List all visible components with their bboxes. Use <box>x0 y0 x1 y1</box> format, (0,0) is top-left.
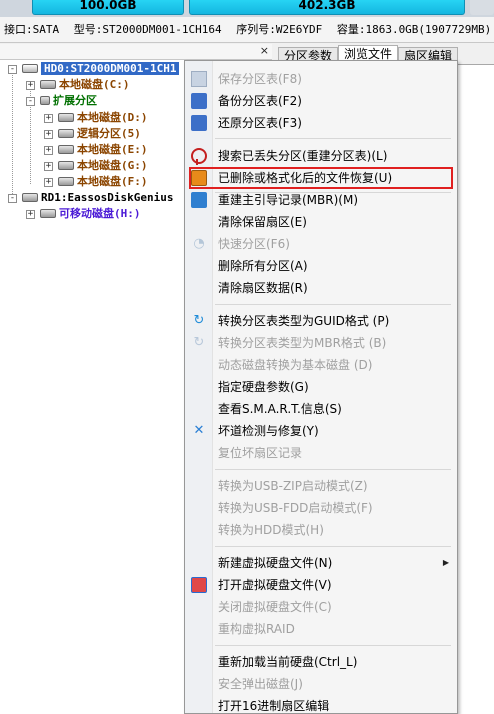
partition-icon <box>58 128 74 138</box>
tree-item-logical5[interactable]: 逻辑分区(5) <box>58 126 141 142</box>
menu-item-rebuild-raid[interactable]: 重构虚拟RAID <box>187 618 455 640</box>
menu-item-hex-sector-editor[interactable]: 打开16进制扇区编辑 <box>187 695 455 713</box>
menu-separator <box>215 546 451 547</box>
menu-item-view-smart[interactable]: 查看S.M.A.R.T.信息(S) <box>187 398 455 420</box>
expand-icon[interactable]: + <box>44 146 53 155</box>
tree-item-local-c[interactable]: 本地磁盘(C:) <box>40 77 130 93</box>
menu-item-set-disk-params[interactable]: 指定硬盘参数(G) <box>187 376 455 398</box>
menu-item-usb-fdd[interactable]: 转换为USB-FDD启动模式(F) <box>187 497 455 519</box>
expand-icon[interactable]: + <box>44 178 53 187</box>
partition-bar: 100.0GB 402.3GB <box>0 0 494 17</box>
expand-icon[interactable]: + <box>44 130 53 139</box>
menu-item-clear-sector-data[interactable]: 清除扇区数据(R) <box>187 277 455 299</box>
highlight-box <box>189 167 453 189</box>
partition-icon <box>58 112 74 122</box>
convert-disabled-icon: ↻ <box>193 335 205 350</box>
partition-icon <box>40 79 56 89</box>
tools-icon: ✕ <box>193 423 205 438</box>
menu-item-open-vdisk[interactable]: 打开虚拟硬盘文件(V) <box>187 574 455 596</box>
tree-item-local-g[interactable]: 本地磁盘(G:) <box>58 158 148 174</box>
hard-disk-icon <box>22 63 38 73</box>
open-vdisk-icon <box>191 577 207 593</box>
menu-item-convert-to-guid[interactable]: ↻ 转换分区表类型为GUID格式 (P) <box>187 310 455 332</box>
tree-header: × <box>0 44 272 60</box>
menu-item-restore-partition-table[interactable]: 还原分区表(F3) <box>187 112 455 134</box>
disk-model: 型号:ST2000DM001-1CH164 <box>73 23 222 36</box>
extended-partition-icon <box>40 95 50 105</box>
disk-interface: 接口:SATA <box>4 23 60 36</box>
disk-serial: 序列号:W2E6YDF <box>236 23 323 36</box>
menu-item-reset-bad-sector-log[interactable]: 复位坏扇区记录 <box>187 442 455 464</box>
collapse-icon[interactable]: - <box>8 65 17 74</box>
tree-item-rd1[interactable]: RD1:EassosDiskGenius <box>22 190 173 206</box>
backup-icon <box>191 93 207 109</box>
tree-item-local-d[interactable]: 本地磁盘(D:) <box>58 110 148 126</box>
partition-segment-1[interactable]: 100.0GB <box>32 0 184 15</box>
menu-item-dynamic-to-basic[interactable]: 动态磁盘转换为基本磁盘 (D) <box>187 354 455 376</box>
tree-item-extended[interactable]: 扩展分区 <box>40 93 97 109</box>
expand-icon[interactable]: + <box>44 114 53 123</box>
menu-item-convert-to-mbr[interactable]: ↻ 转换分区表类型为MBR格式 (B) <box>187 332 455 354</box>
disk-capacity: 容量:1863.0GB(1907729MB) <box>336 23 492 36</box>
partition-segment-3[interactable] <box>470 0 494 15</box>
menu-item-clear-reserved-sectors[interactable]: 清除保留扇区(E) <box>187 211 455 233</box>
menu-item-search-lost-partitions[interactable]: 搜索已丢失分区(重建分区表)(L) <box>187 145 455 167</box>
removable-disk-icon <box>40 208 56 218</box>
partition-icon <box>58 176 74 186</box>
menu-item-quick-partition[interactable]: ◔ 快速分区(F6) <box>187 233 455 255</box>
menu-separator <box>215 304 451 305</box>
quick-partition-icon: ◔ <box>193 236 205 251</box>
context-menu: 保存分区表(F8) 备份分区表(F2) 还原分区表(F3) 搜索已丢失分区(重建… <box>184 60 458 714</box>
edit-icon <box>191 192 207 208</box>
disk-info-bar: 接口:SATA 型号:ST2000DM001-1CH164 序列号:W2E6YD… <box>0 17 494 43</box>
menu-item-safe-eject[interactable]: 安全弹出磁盘(J) <box>187 673 455 695</box>
restore-icon <box>191 115 207 131</box>
menu-item-hdd-mode[interactable]: 转换为HDD模式(H) <box>187 519 455 541</box>
menu-item-delete-all-partitions[interactable]: 删除所有分区(A) <box>187 255 455 277</box>
submenu-arrow-icon: ▶ <box>442 558 449 567</box>
tree-item-local-f[interactable]: 本地磁盘(F:) <box>58 174 148 190</box>
tree-guide-line <box>12 70 13 200</box>
expand-icon[interactable]: + <box>26 81 35 90</box>
menu-separator <box>215 645 451 646</box>
menu-item-reload-disk[interactable]: 重新加载当前硬盘(Ctrl_L) <box>187 651 455 673</box>
tree-item-local-e[interactable]: 本地磁盘(E:) <box>58 142 148 158</box>
tree-item-hd0[interactable]: HD0:ST2000DM001-1CH1 <box>22 61 180 77</box>
tree-item-removable-h[interactable]: 可移动磁盘(H:) <box>40 206 141 222</box>
menu-item-bad-sector-check[interactable]: ✕ 坏道检测与修复(Y) <box>187 420 455 442</box>
menu-separator <box>215 469 451 470</box>
convert-icon: ↻ <box>193 313 205 328</box>
close-icon[interactable]: × <box>260 45 269 57</box>
menu-item-save-partition-table[interactable]: 保存分区表(F8) <box>187 68 455 90</box>
menu-item-rebuild-mbr[interactable]: 重建主引导记录(MBR)(M) <box>187 189 455 211</box>
save-icon <box>191 71 207 87</box>
partition-segment-2[interactable]: 402.3GB <box>189 0 465 15</box>
partition-icon <box>58 160 74 170</box>
search-icon <box>191 148 207 165</box>
menu-item-usb-zip[interactable]: 转换为USB-ZIP启动模式(Z) <box>187 475 455 497</box>
menu-item-backup-partition-table[interactable]: 备份分区表(F2) <box>187 90 455 112</box>
menu-item-new-vdisk[interactable]: 新建虚拟硬盘文件(N) ▶ <box>187 552 455 574</box>
hard-disk-icon <box>22 192 38 202</box>
collapse-icon[interactable]: - <box>26 97 35 106</box>
expand-icon[interactable]: + <box>44 162 53 171</box>
expand-icon[interactable]: + <box>26 210 35 219</box>
menu-item-close-vdisk[interactable]: 关闭虚拟硬盘文件(C) <box>187 596 455 618</box>
partition-icon <box>58 144 74 154</box>
collapse-icon[interactable]: - <box>8 194 17 203</box>
menu-separator <box>215 138 451 139</box>
